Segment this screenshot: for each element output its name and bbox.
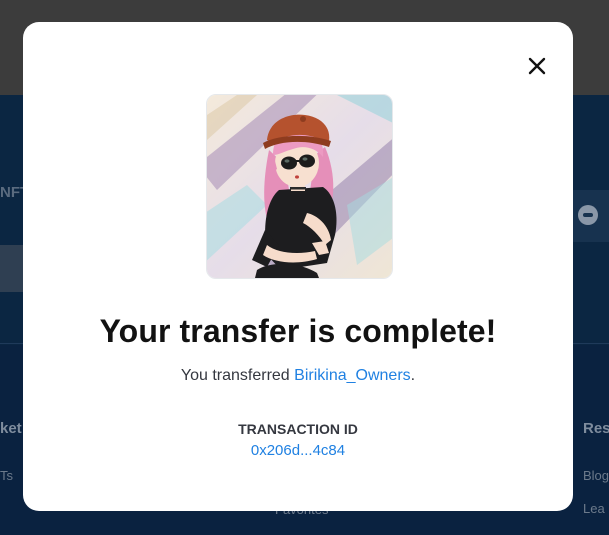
transfer-summary-suffix: . — [410, 367, 416, 384]
footer-link-blog: Blog — [583, 468, 609, 483]
transaction-id-link[interactable]: 0x206d...4c84 — [23, 442, 573, 459]
transfer-summary-prefix: You transferred — [180, 367, 295, 384]
close-button[interactable] — [525, 54, 549, 78]
transfer-summary: You transferred Birikina_Owners. — [23, 367, 573, 385]
recipient-link[interactable]: Birikina_Owners — [294, 367, 410, 384]
footer-link-learn: Lea — [583, 501, 605, 516]
transaction-id-label: TRANSACTION ID — [238, 421, 358, 437]
close-icon — [528, 57, 546, 75]
footer-heading-resources: Res — [583, 420, 609, 437]
footer-heading-marketplace: ket — [0, 420, 22, 437]
footer-link-nfts: Ts — [0, 468, 13, 483]
page-title: Your transfer is complete! — [99, 313, 497, 349]
reddit-icon — [578, 205, 598, 225]
nft-illustration — [207, 95, 392, 278]
transfer-complete-modal: Your transfer is complete! You transferr… — [23, 22, 573, 511]
nft-image — [206, 94, 393, 279]
